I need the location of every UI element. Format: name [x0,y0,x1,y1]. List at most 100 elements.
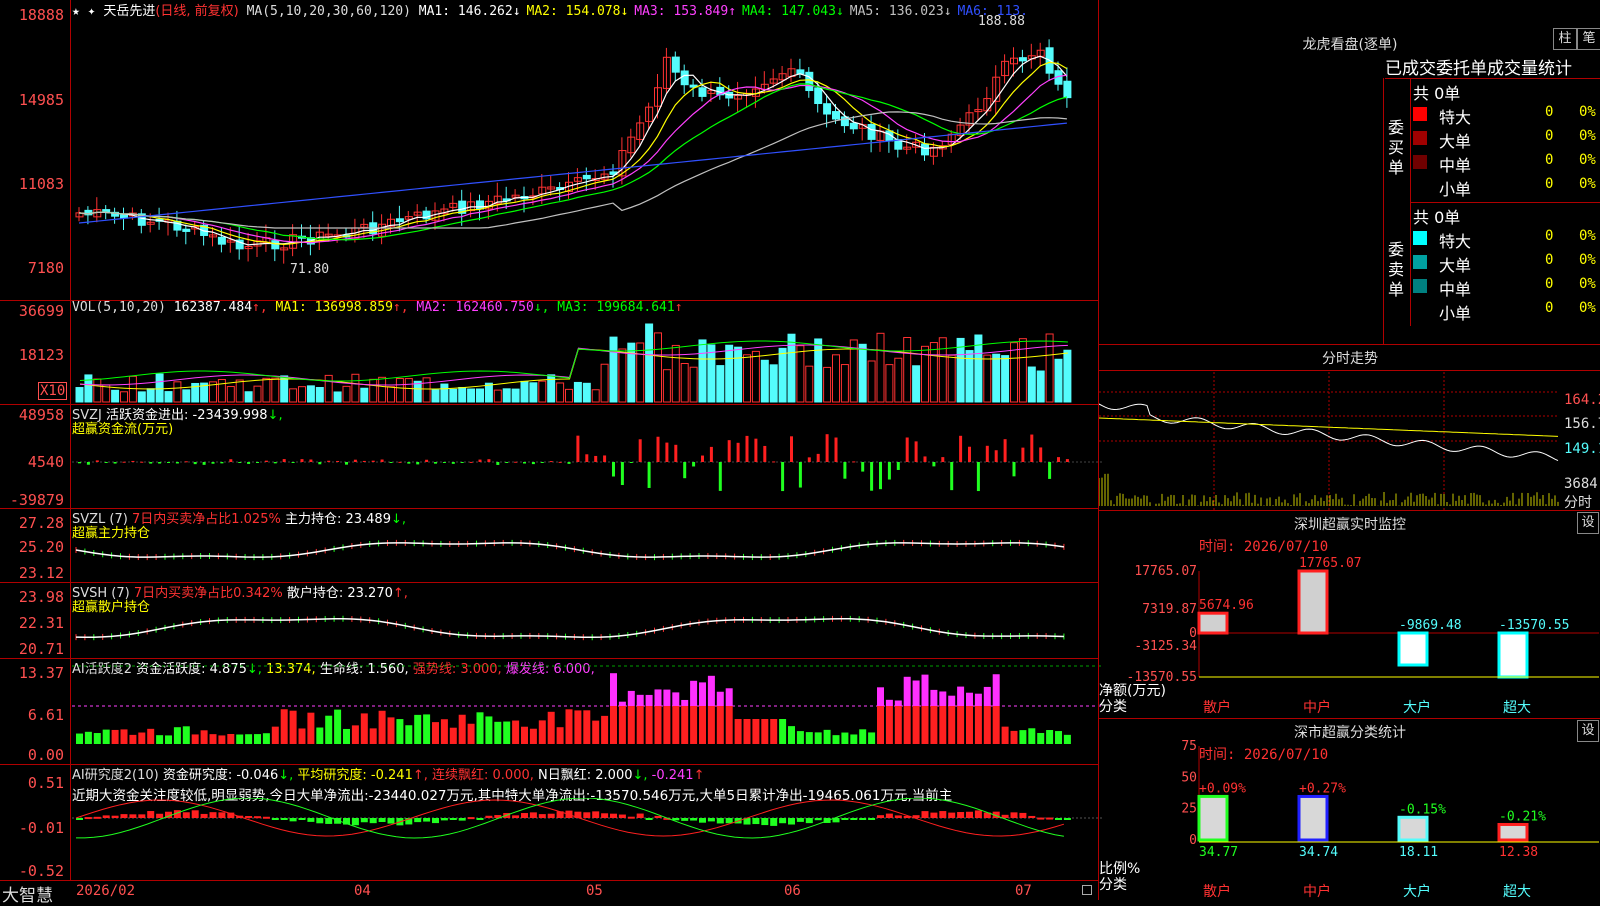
svsh-chart[interactable] [72,586,1102,656]
active-bar [894,706,902,744]
flow-bar [220,462,224,464]
kline-chart[interactable] [72,8,1102,298]
flow-bar [505,462,509,463]
active-bar [672,706,680,744]
flow-bar [701,455,704,462]
volume-pane[interactable]: 36699 18123 X10 VOL(5,10,20) 162387.484↑… [0,300,1098,405]
flow-bar [674,444,678,462]
research-bar [1037,817,1045,820]
volume-ma2: MA2: 162460.750 [416,300,534,315]
flow-bar [336,460,340,462]
tick-mode-button[interactable]: 笔 [1577,28,1600,50]
flow-bar [362,460,366,462]
active-bar [476,712,484,744]
flow-bar [914,441,918,462]
flow-bar [1003,439,1007,462]
flow-bar [603,455,607,462]
volume-bar [120,391,128,403]
kline-pane[interactable]: 18888 14985 11083 7180 ★ ✦ 天岳先进(日线, 前复权)… [0,0,1098,301]
active-bar [583,710,591,744]
volume-row: 小单 0 0% [1413,300,1600,323]
active-bar [414,714,422,744]
bar-mode-button[interactable]: 柱 [1553,28,1577,50]
ratio-value: 18.11 [1399,845,1438,860]
flow-bar [629,462,633,463]
active-bar [743,719,751,744]
active-bar [565,709,573,744]
active-bar [699,706,706,744]
lock-icon[interactable] [1082,885,1092,895]
research-bar [761,818,769,826]
net-bar [1497,631,1529,679]
research-bar [1046,817,1054,820]
flow-bar [238,462,242,463]
ma-line-3 [78,74,1067,244]
svzl-pane[interactable]: 27.28 25.20 23.12 SVZL (7) 7日内买卖净占比1.025… [0,508,1098,583]
active-bar [1037,732,1045,744]
row-count: 0 [1545,228,1554,244]
flow-bar [834,437,838,462]
svzj-pane[interactable]: 48958 4540 -39879 SVZJ 活跃资金进出: -23439.99… [0,404,1102,509]
net-bar [1197,611,1229,635]
active-bar-top [957,686,965,706]
active-bar [779,719,787,744]
volume-bar [226,386,235,403]
volume-bar [956,337,965,403]
active-bar [841,732,849,744]
research-bar [859,818,867,820]
research-bar [645,818,653,820]
volume-chart[interactable] [72,314,1102,404]
ai-research-t1: 资金研究度: -0.046 [162,768,279,783]
research-bar [111,815,119,818]
active-bar [832,735,840,744]
flow-bar [976,462,980,492]
flow-bar [772,461,776,463]
ma-line-2 [78,61,1068,246]
volume-header: VOL(5,10,20) 162387.484↑, MA1: 136998.85… [72,300,683,315]
row-count: 0 [1545,252,1554,268]
flow-bar [968,446,971,462]
research-bar [1028,815,1036,818]
volume-bar [217,379,226,403]
active-bar-top [654,689,662,706]
volume-bar [609,336,618,403]
candle-body [805,71,814,92]
volume-bar [93,378,102,403]
flow-bar [620,462,624,486]
flow-bar [442,462,446,463]
row-name: 小单 [1439,304,1472,323]
volume-bar [645,323,654,403]
svzj-tick: -39879 [9,491,64,509]
svzj-chart[interactable] [72,418,1102,508]
active-bar-top [707,675,715,706]
svsh-pane[interactable]: 23.98 22.31 20.71 SVSH (7) 7日内买卖净占比0.342… [0,582,1098,659]
ai-active-pane[interactable]: 13.37 6.61 0.00 AI活跃度2 资金活跃度: 4.875↓, 13… [0,658,1102,765]
fenshi-chart[interactable] [1099,372,1559,510]
flow-bar [994,450,998,462]
active-bar-top [699,682,706,706]
volume-bar [894,357,903,403]
ai-research-chart[interactable] [72,798,1102,878]
volume-bar [983,354,992,403]
ai-research-pane[interactable]: 0.51 -0.01 -0.52 AI研究度2(10) 资金研究度: -0.04… [0,764,1102,880]
active-bar [316,727,324,744]
active-bar [690,706,698,744]
research-bar [378,818,386,822]
fenshi-title: 分时走势 [1322,351,1378,367]
volume-bar [173,381,182,403]
research-bar [618,814,626,818]
date-axis: 大智慧 2026/02 04 05 06 07 [0,880,1098,906]
volume-bar [458,386,467,403]
volume-row: 大单 0 0% [1413,128,1600,151]
svzl-chart[interactable] [72,512,1102,582]
date-tick: 2026/02 [76,883,136,899]
ai-research-tick: -0.52 [18,862,64,880]
research-bar [76,818,83,820]
active-bar [76,733,83,744]
research-bar [138,814,146,818]
ma-line-1 [78,55,1068,246]
flow-bar [656,436,660,462]
fenshi-panel[interactable]: 分时走势 164.2 156.7 149.1 3684 分时 [1098,344,1600,511]
row-count: 0 [1545,176,1554,192]
ai-active-chart[interactable] [72,660,1102,764]
